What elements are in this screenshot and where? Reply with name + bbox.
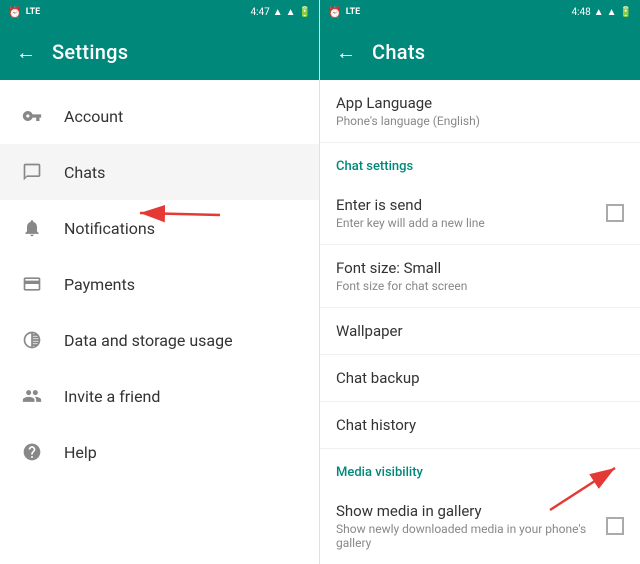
page-title-left: Settings — [52, 40, 128, 64]
font-size-item[interactable]: Font size: Small Font size for chat scre… — [320, 245, 640, 308]
battery-icon: 🔋 — [299, 7, 311, 18]
app-language-text: App Language Phone's language (English) — [336, 94, 624, 128]
lte-icon-r: LTE — [346, 7, 361, 17]
sidebar-item-help[interactable]: Help — [0, 424, 319, 480]
font-size-title: Font size: Small — [336, 259, 624, 277]
page-title-right: Chats — [372, 40, 425, 64]
enter-is-send-item[interactable]: Enter is send Enter key will add a new l… — [320, 182, 640, 245]
app-language-title: App Language — [336, 94, 624, 112]
show-media-text: Show media in gallery Show newly downloa… — [336, 502, 606, 550]
wallpaper-text: Wallpaper — [336, 322, 624, 340]
help-icon — [20, 440, 44, 464]
chat-icon — [20, 160, 44, 184]
people-icon — [20, 384, 44, 408]
status-bar-right: ⏰ LTE 4:48 ▲ ▲ 🔋 — [320, 0, 640, 24]
battery-icon-r: 🔋 — [620, 7, 632, 18]
alarm-icon-r: ⏰ — [328, 6, 342, 19]
chat-backup-text: Chat backup — [336, 369, 624, 387]
enter-is-send-text: Enter is send Enter key will add a new l… — [336, 196, 606, 230]
sidebar-item-account[interactable]: Account — [0, 88, 319, 144]
help-label: Help — [64, 443, 97, 462]
status-right-right: 4:48 ▲ ▲ 🔋 — [571, 7, 632, 18]
back-button-right[interactable]: ← — [336, 40, 356, 65]
font-size-subtitle: Font size for chat screen — [336, 279, 624, 293]
top-bar-left: ← Settings — [0, 24, 319, 80]
status-bar-right: 4:47 ▲ ▲ 🔋 — [250, 7, 311, 18]
invite-label: Invite a friend — [64, 387, 160, 406]
sidebar-item-notifications[interactable]: Notifications — [0, 200, 319, 256]
sidebar-item-data[interactable]: Data and storage usage — [0, 312, 319, 368]
show-media-title: Show media in gallery — [336, 502, 606, 520]
time-left: 4:47 — [250, 7, 269, 18]
account-label: Account — [64, 107, 123, 126]
bell-icon — [20, 216, 44, 240]
back-button-left[interactable]: ← — [16, 40, 36, 65]
chats-settings-list: App Language Phone's language (English) … — [320, 80, 640, 564]
show-media-subtitle: Show newly downloaded media in your phon… — [336, 522, 606, 550]
top-bar-right: ← Chats — [320, 24, 640, 80]
enter-is-send-checkbox[interactable] — [606, 204, 624, 222]
show-media-item[interactable]: Show media in gallery Show newly downloa… — [320, 488, 640, 564]
chat-history-item[interactable]: Chat history — [320, 402, 640, 449]
wallpaper-item[interactable]: Wallpaper — [320, 308, 640, 355]
status-icons-right-left: ⏰ LTE — [328, 6, 360, 19]
enter-is-send-title: Enter is send — [336, 196, 606, 214]
chats-label: Chats — [64, 163, 105, 182]
signal-icon: ▲ — [273, 7, 283, 18]
key-icon — [20, 104, 44, 128]
wallpaper-title: Wallpaper — [336, 322, 624, 340]
chat-history-title: Chat history — [336, 416, 624, 434]
wifi-icon-r: ▲ — [607, 7, 617, 18]
chat-backup-item[interactable]: Chat backup — [320, 355, 640, 402]
settings-menu-list: Account Chats Notifications — [0, 80, 319, 564]
media-visibility-section-header: Media visibility — [320, 449, 640, 488]
signal-icon-r: ▲ — [594, 7, 604, 18]
status-bar-left: ⏰ LTE 4:47 ▲ ▲ 🔋 — [0, 0, 319, 24]
status-bar-icons-left: ⏰ LTE — [8, 6, 40, 19]
chat-backup-title: Chat backup — [336, 369, 624, 387]
time-right: 4:48 — [571, 7, 590, 18]
data-icon — [20, 328, 44, 352]
sidebar-item-payments[interactable]: Payments — [0, 256, 319, 312]
enter-is-send-subtitle: Enter key will add a new line — [336, 216, 606, 230]
notifications-label: Notifications — [64, 219, 155, 238]
payments-label: Payments — [64, 275, 135, 294]
payment-icon — [20, 272, 44, 296]
chat-history-text: Chat history — [336, 416, 624, 434]
lte-icon: LTE — [26, 7, 41, 17]
app-language-subtitle: Phone's language (English) — [336, 114, 624, 128]
sidebar-item-chats[interactable]: Chats — [0, 144, 319, 200]
show-media-checkbox[interactable] — [606, 517, 624, 535]
wifi-icon: ▲ — [286, 7, 296, 18]
sidebar-item-invite[interactable]: Invite a friend — [0, 368, 319, 424]
chat-settings-section-header: Chat settings — [320, 143, 640, 182]
data-label: Data and storage usage — [64, 331, 233, 350]
font-size-text: Font size: Small Font size for chat scre… — [336, 259, 624, 293]
alarm-icon: ⏰ — [8, 6, 22, 19]
app-language-item[interactable]: App Language Phone's language (English) — [320, 80, 640, 143]
